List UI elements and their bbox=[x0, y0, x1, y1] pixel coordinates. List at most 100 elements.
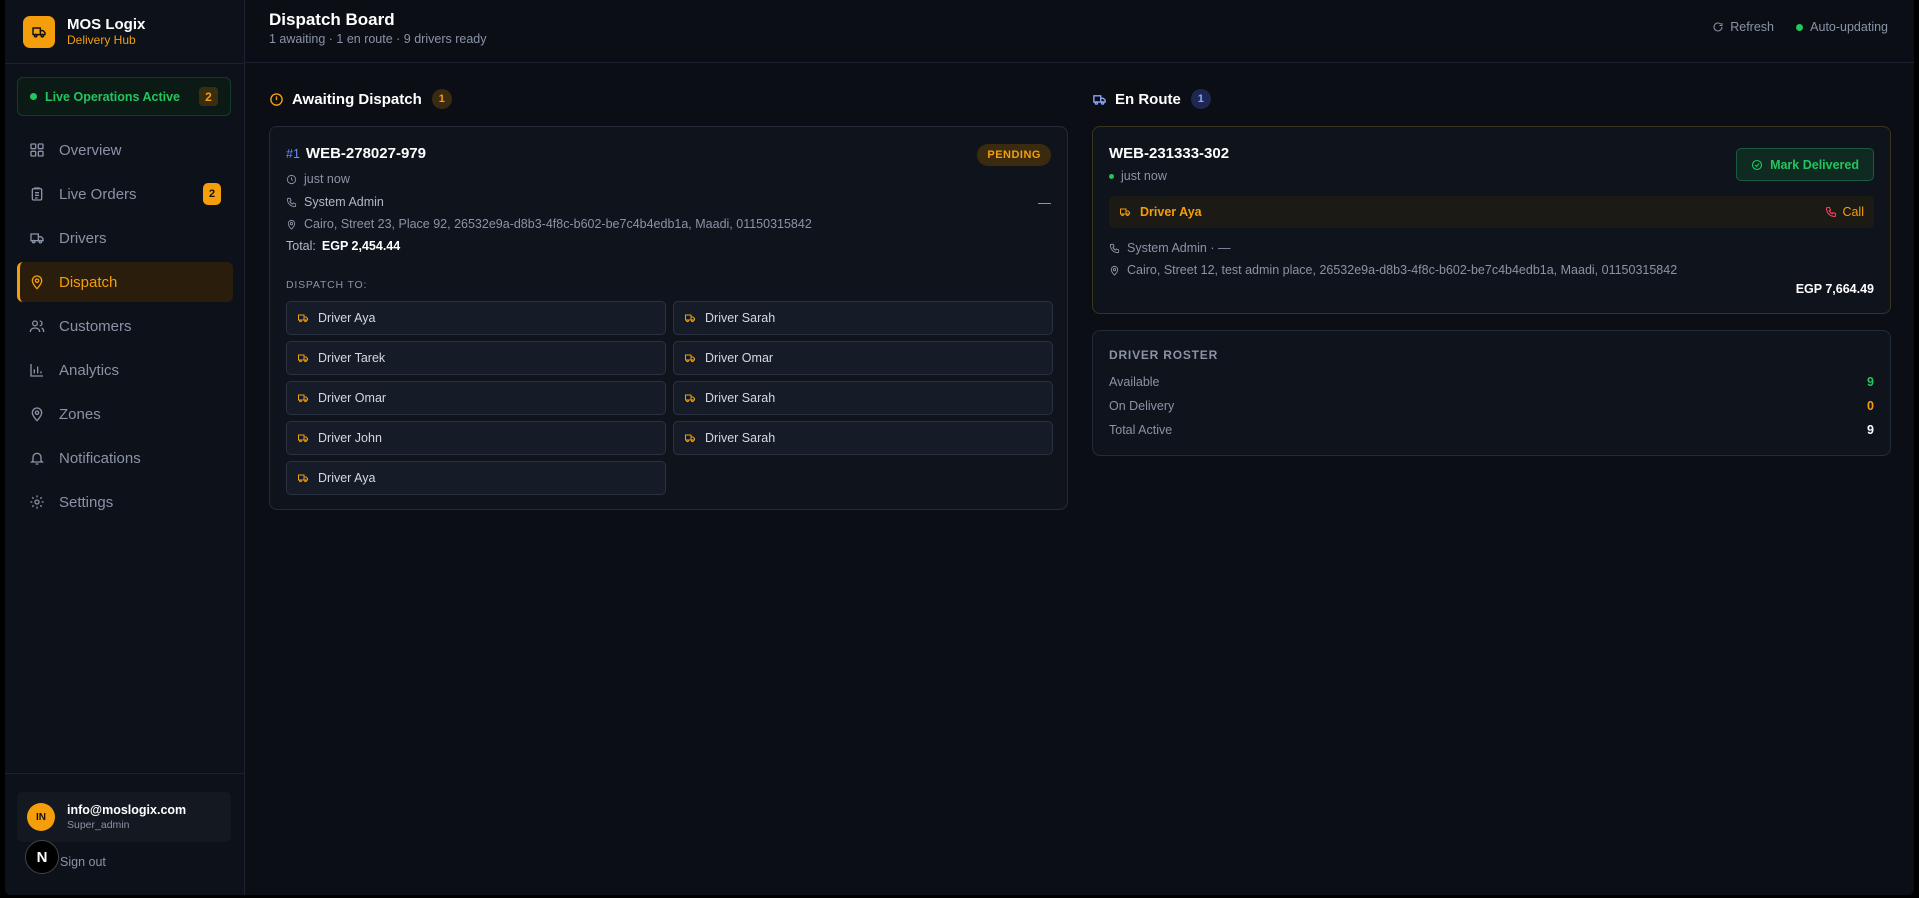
nextjs-dev-badge-icon[interactable]: N bbox=[25, 840, 59, 874]
order-total: Total: EGP 2,454.44 bbox=[286, 239, 400, 253]
order-number: WEB-278027-979 bbox=[305, 145, 426, 162]
map-pin-icon bbox=[31, 407, 43, 422]
alert-circle-icon bbox=[270, 92, 283, 106]
en-route-heading: En Route 1 bbox=[1092, 88, 1891, 110]
driver-name: Driver Sarah bbox=[705, 311, 776, 325]
total-value: EGP 2,454.44 bbox=[321, 239, 401, 253]
sign-out-button[interactable]: Sign out bbox=[60, 855, 106, 869]
live-orders-badge: 2 bbox=[203, 183, 221, 205]
sidebar-item-settings[interactable]: Settings bbox=[17, 482, 233, 522]
sidebar-item-label: Analytics bbox=[59, 361, 120, 379]
sidebar-item-overview[interactable]: Overview bbox=[17, 130, 233, 170]
order-number: WEB-231333-302 bbox=[1109, 145, 1230, 162]
driver-name: Driver Sarah bbox=[705, 431, 776, 445]
check-circle-icon bbox=[1752, 159, 1763, 170]
driver-name: Driver Sarah bbox=[705, 391, 776, 405]
dispatch-driver-button[interactable]: Driver Aya bbox=[286, 461, 666, 495]
truck-icon bbox=[1120, 208, 1130, 217]
sidebar-item-label: Drivers bbox=[59, 229, 107, 247]
truck-icon bbox=[298, 474, 308, 483]
order-customer: System Admin · — bbox=[1109, 241, 1231, 255]
driver-name: Driver Tarek bbox=[318, 351, 386, 365]
sidebar-item-live-orders[interactable]: Live Orders 2 bbox=[17, 174, 233, 214]
address-text: Cairo, Street 12, test admin place, 2653… bbox=[1127, 263, 1678, 277]
dispatch-driver-button[interactable]: Driver Tarek bbox=[286, 341, 666, 375]
users-icon bbox=[29, 320, 45, 333]
driver-name: Driver Aya bbox=[318, 311, 376, 325]
roster-label: Available bbox=[1109, 375, 1160, 389]
brand: MOS Logix Delivery Hub bbox=[5, 0, 244, 64]
grid-icon bbox=[30, 143, 44, 157]
truck-icon bbox=[1093, 94, 1106, 105]
order-id: #1 WEB-278027-979 bbox=[286, 145, 426, 162]
live-operations-label: Live Operations Active bbox=[45, 89, 180, 104]
live-count-badge: 2 bbox=[199, 87, 218, 106]
refresh-button[interactable]: Refresh bbox=[1712, 20, 1774, 34]
assigned-driver: Driver Aya Call bbox=[1109, 196, 1874, 228]
driver-name: Driver Omar bbox=[705, 351, 774, 365]
auto-updating-indicator: Auto-updating bbox=[1796, 20, 1888, 34]
sidebar-item-label: Live Orders bbox=[59, 185, 137, 203]
sidebar-item-customers[interactable]: Customers bbox=[17, 306, 233, 346]
auto-updating-label: Auto-updating bbox=[1810, 20, 1888, 34]
sidebar-item-analytics[interactable]: Analytics bbox=[17, 350, 233, 390]
section-title: Awaiting Dispatch bbox=[292, 90, 422, 108]
sidebar-item-notifications[interactable]: Notifications bbox=[17, 438, 233, 478]
truck-icon bbox=[685, 354, 695, 363]
driver-name: Driver Aya bbox=[1140, 205, 1202, 219]
call-label: Call bbox=[1842, 205, 1864, 219]
dispatch-driver-button[interactable]: Driver Sarah bbox=[673, 381, 1053, 415]
en-route-column: En Route 1 WEB-231333-302 just now Mark … bbox=[1092, 88, 1891, 456]
en-route-order-card: WEB-231333-302 just now Mark Delivered D… bbox=[1092, 126, 1891, 314]
map-pin-icon bbox=[31, 275, 43, 290]
order-time: just now bbox=[286, 172, 350, 186]
mark-delivered-button[interactable]: Mark Delivered bbox=[1736, 148, 1874, 181]
roster-row-total-active: Total Active 9 bbox=[1109, 423, 1874, 437]
dispatch-driver-button[interactable]: Driver Aya bbox=[286, 301, 666, 335]
truck-logo-icon bbox=[23, 15, 55, 48]
sidebar-nav: Overview Live Orders 2 Drivers Dispatch … bbox=[17, 130, 233, 526]
sidebar-item-label: Overview bbox=[59, 141, 122, 159]
avatar: IN bbox=[27, 803, 55, 831]
bell-icon bbox=[30, 452, 44, 465]
app-window: MOS Logix Delivery Hub Live Operations A… bbox=[5, 0, 1914, 895]
roster-value: 0 bbox=[1867, 399, 1874, 413]
truck-icon bbox=[298, 394, 308, 403]
driver-name: Driver Aya bbox=[318, 471, 376, 485]
sidebar-item-zones[interactable]: Zones bbox=[17, 394, 233, 434]
sidebar-item-drivers[interactable]: Drivers bbox=[17, 218, 233, 258]
user-role: Super_admin bbox=[67, 818, 130, 831]
call-driver-button[interactable]: Call bbox=[1825, 205, 1864, 219]
dispatch-driver-button[interactable]: Driver Omar bbox=[673, 341, 1053, 375]
brand-name: MOS Logix bbox=[67, 15, 146, 33]
page-title: Dispatch Board bbox=[269, 10, 395, 29]
dispatch-driver-button[interactable]: Driver John bbox=[286, 421, 666, 455]
phone-icon bbox=[286, 197, 297, 207]
awaiting-dispatch-column: Awaiting Dispatch 1 #1 WEB-278027-979 PEN… bbox=[269, 88, 1068, 510]
map-pin-icon bbox=[287, 219, 296, 230]
awaiting-count-badge: 1 bbox=[431, 89, 452, 109]
order-address: Cairo, Street 12, test admin place, 2653… bbox=[1109, 263, 1677, 277]
sidebar-item-dispatch[interactable]: Dispatch bbox=[17, 262, 233, 302]
refresh-label: Refresh bbox=[1730, 20, 1774, 34]
en-route-count-badge: 1 bbox=[1190, 89, 1211, 109]
driver-options: Driver Aya Driver Sarah Driver Tarek Dri… bbox=[286, 301, 1053, 495]
brand-subtitle: Delivery Hub bbox=[67, 32, 136, 47]
sidebar-divider bbox=[5, 773, 245, 774]
roster-value: 9 bbox=[1867, 375, 1874, 389]
dispatch-driver-button[interactable]: Driver Sarah bbox=[673, 421, 1053, 455]
sidebar-item-label: Notifications bbox=[59, 449, 141, 467]
truck-icon bbox=[685, 434, 695, 443]
truck-icon bbox=[685, 394, 695, 403]
sidebar-item-label: Settings bbox=[59, 493, 114, 511]
user-card[interactable]: IN info@moslogix.com Super_admin bbox=[17, 792, 231, 842]
dispatch-driver-button[interactable]: Driver Omar bbox=[286, 381, 666, 415]
order-time-label: just now bbox=[1121, 169, 1167, 183]
mark-delivered-label: Mark Delivered bbox=[1770, 157, 1859, 172]
dispatch-to-label: DISPATCH TO: bbox=[286, 279, 368, 291]
driver-roster-card: DRIVER ROSTER Available 9 On Delivery 0 … bbox=[1092, 330, 1891, 456]
dispatch-driver-button[interactable]: Driver Sarah bbox=[673, 301, 1053, 335]
order-time-label: just now bbox=[304, 172, 350, 186]
page-subtitle: 1 awaiting · 1 en route · 9 drivers read… bbox=[269, 32, 487, 46]
awaiting-dispatch-heading: Awaiting Dispatch 1 bbox=[269, 88, 1068, 110]
